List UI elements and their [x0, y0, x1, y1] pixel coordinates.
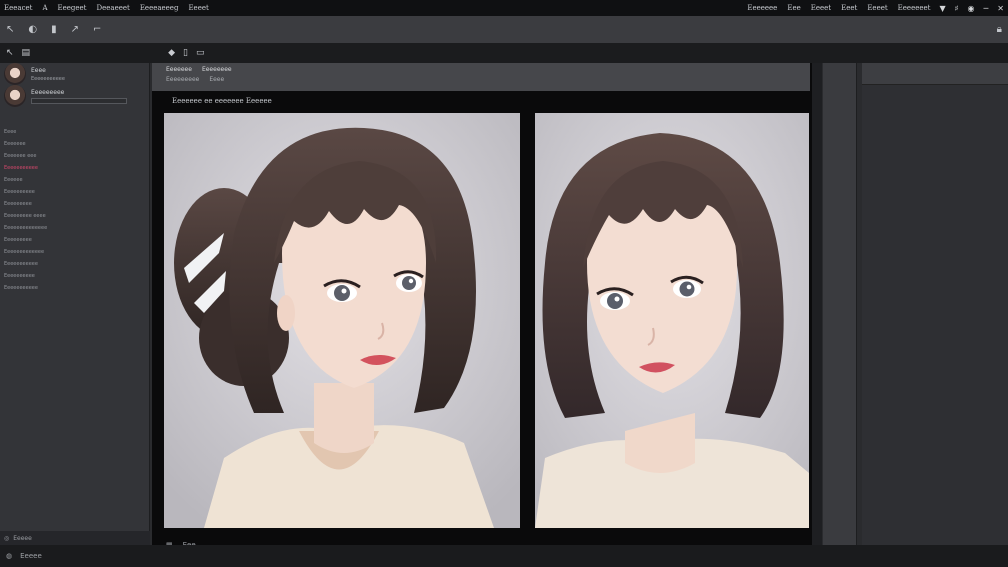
portrait-left-graphic — [164, 113, 520, 528]
crop-tool-icon[interactable]: ⌐ — [93, 24, 101, 35]
menu-list: Eeeacet A Eeegeet Deeaeeet Eeeeaeeeg Eeeet — [4, 4, 209, 12]
layer-tool-icon[interactable]: ▮ — [51, 24, 57, 35]
menu-item[interactable]: Deeaeeet — [97, 4, 130, 12]
layer-thumbnail — [4, 85, 26, 107]
lock-icon[interactable]: 🔒︎ — [997, 24, 1002, 35]
frame-icon[interactable]: ▭ — [196, 48, 205, 58]
minimize-icon[interactable]: ─ — [983, 4, 988, 13]
layer-text: Eeeeeeeee — [31, 89, 127, 104]
document-icon[interactable]: ▤ — [22, 48, 31, 58]
menu-item[interactable]: Eeegeet — [58, 4, 87, 12]
document-tab[interactable]: Eeeeeeeee — [166, 76, 199, 83]
property-item[interactable]: Eeeeeeeee — [4, 201, 145, 207]
panel-divider[interactable] — [812, 63, 822, 545]
portrait-right-graphic — [535, 113, 809, 528]
property-item[interactable]: Eeeeeeeee — [4, 237, 145, 243]
menu-item[interactable]: Eeeeeeet — [898, 4, 931, 12]
layer-name-field[interactable] — [31, 97, 127, 104]
move-tool-icon[interactable]: ↖ — [6, 24, 14, 35]
settings-icon[interactable]: ◎ — [4, 535, 9, 542]
info-icon[interactable]: ◍ — [6, 552, 12, 560]
properties-list: Eeee Eeeeeee Eeeeeee eee Eeeeeeeeeee Eeeeee E… — [0, 107, 149, 291]
layer-thumbnail — [4, 63, 26, 85]
file-icon[interactable]: ▯ — [183, 48, 188, 58]
profile-icon[interactable]: ◉ — [967, 4, 974, 13]
property-item[interactable]: Eeeeeeeeee — [4, 189, 145, 195]
layers-footer-label: Eeeee — [13, 534, 32, 542]
menu-item[interactable]: A — [42, 4, 47, 12]
document-tabs: Eeeeeee Eeeeeeee Eeeeeeeee Eeee — [152, 63, 810, 91]
brush-icon[interactable]: ♯ — [955, 4, 959, 13]
menu-item[interactable]: Eeeeeee — [747, 4, 777, 12]
property-item[interactable]: Eeeeeeeeeeeee — [4, 249, 145, 255]
property-item[interactable]: Eeeeeee eee — [4, 153, 145, 159]
portrait-image-right[interactable] — [535, 113, 809, 528]
property-item[interactable]: Eeeeeeeeeee — [4, 165, 145, 171]
layer-name: Eeee — [31, 66, 46, 74]
canvas-title: Eeeeeee ee eeeeeee Eeeeee — [172, 97, 272, 105]
properties-dock-header — [862, 63, 1008, 85]
property-item[interactable]: Eeeeeeeeeee — [4, 261, 145, 267]
layer-list: Eeee Eeeeeeeeeee Eeeeeeeee — [0, 63, 149, 107]
property-item[interactable]: Eeeeeee — [4, 141, 145, 147]
tab-row: Eeeeeee Eeeeeeee — [166, 66, 796, 73]
layer-subtitle: Eeeeeeeeeee — [31, 75, 65, 82]
property-item[interactable]: Eeeeeeeeeee — [4, 285, 145, 291]
menu-item[interactable]: Eee — [787, 4, 800, 12]
status-text: Eeeee — [20, 552, 42, 560]
layer-text: Eeee Eeeeeeeeeee — [31, 67, 65, 82]
property-item[interactable]: Eeeeeeeeeeeeee — [4, 225, 145, 231]
status-bar: ◍ Eeeee — [0, 545, 1008, 567]
property-item[interactable]: Eeeeee — [4, 177, 145, 183]
property-item[interactable]: Eeee — [4, 129, 145, 135]
document-tab[interactable]: Eeeeeee — [166, 66, 192, 73]
tab-row: Eeeeeeeee Eeee — [166, 76, 796, 83]
layer-row[interactable]: Eeee Eeeeeeeeeee — [0, 63, 149, 85]
menu-item[interactable]: Eeeeaeeeg — [140, 4, 179, 12]
pen-tool-icon[interactable]: ↖ — [6, 48, 14, 58]
properties-dock — [862, 63, 1008, 545]
menu-item[interactable]: Eeeet — [811, 4, 831, 12]
document-tab[interactable]: Eeee — [209, 76, 224, 83]
property-item[interactable]: Eeeeeeeee eeee — [4, 213, 145, 219]
tool-options-bar: ↖ ◐ ▮ ↗ ⌐ 🔒︎ — [0, 16, 1008, 43]
menu-right-list: Eeeeeee Eee Eeeet Eeet Eeeet Eeeeeeet — [747, 4, 930, 12]
panel-header-bar: ↖ ▤ ◆ ▯ ▭ — [0, 43, 1008, 63]
menu-right: Eeeeeee Eee Eeeet Eeet Eeeet Eeeeeeet ▼ ♯ ◉ ─… — [747, 4, 1004, 13]
menu-item[interactable]: Eeet — [841, 4, 857, 12]
document-tab[interactable]: Eeeeeeee — [202, 66, 232, 73]
close-icon[interactable]: ✕ — [997, 4, 1004, 13]
property-item[interactable]: Eeeeeeeeee — [4, 273, 145, 279]
layer-row[interactable]: Eeeeeeeee — [0, 85, 149, 107]
document-canvas[interactable]: Eeeeeee Eeeeeeee Eeeeeeeee Eeee Eeeeeee ee… — [152, 63, 812, 559]
arrow-tool-icon[interactable]: ↗ — [71, 24, 79, 35]
portrait-image-left[interactable] — [164, 113, 520, 528]
select-tool-icon[interactable]: ◐ — [28, 24, 37, 35]
dropdown-icon[interactable]: ▼ — [939, 4, 945, 13]
menu-bar: Eeeacet A Eeegeet Deeaeeet Eeeeaeeeg Eeeet Ee… — [0, 0, 1008, 16]
tools-dock — [823, 63, 857, 545]
menu-item[interactable]: Eeeet — [188, 4, 208, 12]
layers-footer: ◎ Eeeee — [0, 531, 150, 545]
layer-name: Eeeeeeeee — [31, 88, 65, 96]
menu-item[interactable]: Eeeacet — [4, 4, 32, 12]
eye-icon[interactable]: ◆ — [168, 48, 175, 58]
menu-item[interactable]: Eeeet — [867, 4, 887, 12]
layers-panel: Eeee Eeeeeeeeeee Eeeeeeeee Eeee Eeeeeee Eeee… — [0, 63, 150, 545]
